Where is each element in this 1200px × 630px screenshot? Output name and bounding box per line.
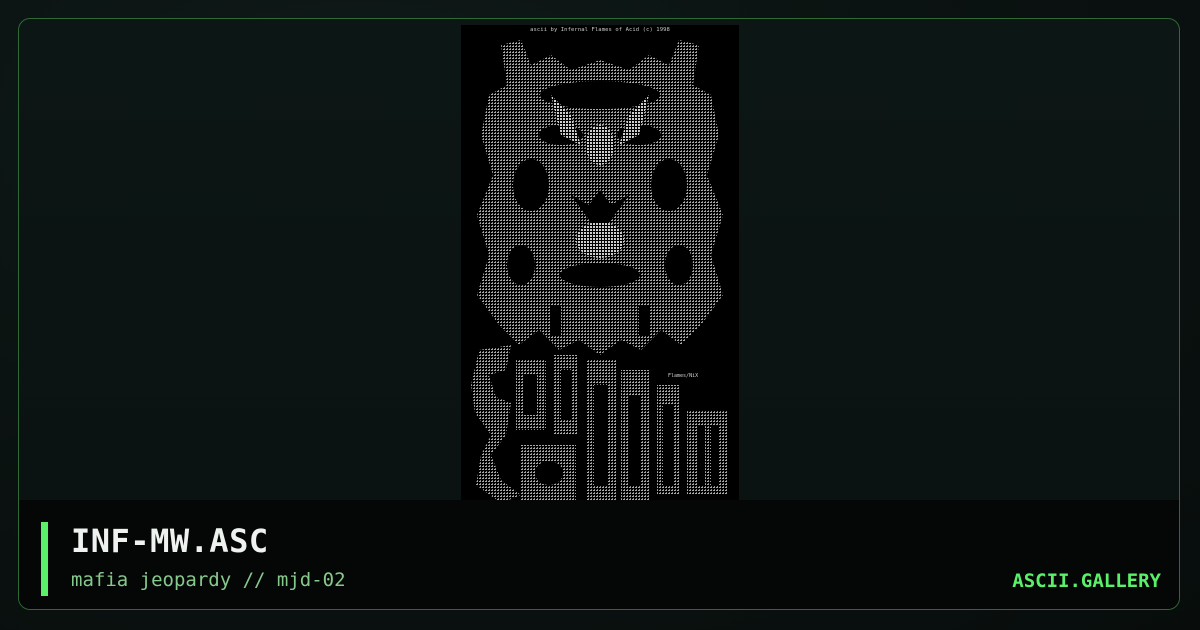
ascii-art-preview[interactable]: ascii by Infernal Flames of Acid (c) 199… [461,25,739,505]
file-subtitle: mafia jeopardy // mjd-02 [71,569,346,591]
social-card: ascii by Infernal Flames of Acid (c) 199… [0,0,1200,630]
info-bar: INF-MW.ASC mafia jeopardy // mjd-02 ASCI… [19,500,1179,609]
file-title: INF-MW.ASC [71,522,269,560]
site-brand[interactable]: ASCII.GALLERY [1012,570,1161,592]
card-frame: ascii by Infernal Flames of Acid (c) 199… [18,18,1180,610]
art-tag: Flames/NiX [668,373,698,379]
ascii-art-image: Flames/NiX [471,40,727,503]
accent-bar [41,522,48,596]
